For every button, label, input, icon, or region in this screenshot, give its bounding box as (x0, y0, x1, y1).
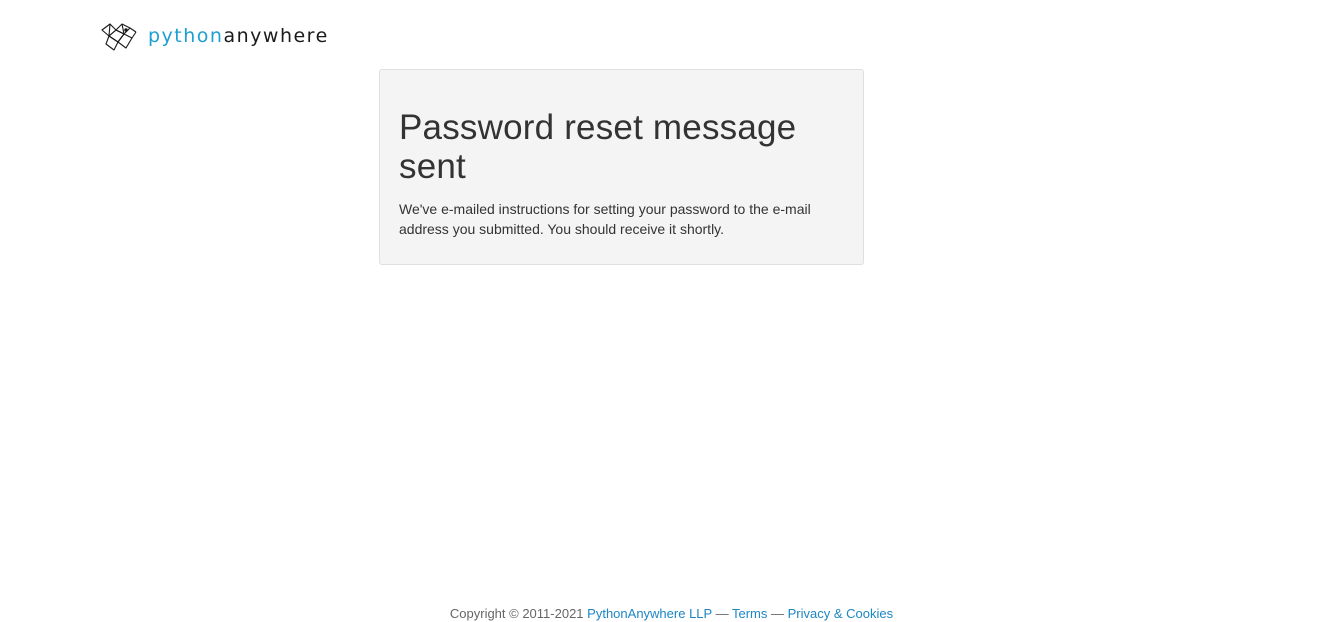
footer-separator: — (771, 606, 784, 621)
logo-wordmark: pythonanywhere (148, 20, 329, 52)
footer-separator: — (715, 606, 729, 621)
page: pythonanywhere Password reset message se… (0, 0, 1335, 622)
pythonanywhere-logo-icon (100, 20, 140, 52)
privacy-cookies-link[interactable]: Privacy & Cookies (788, 606, 893, 621)
copyright-text: Copyright © 2011-2021 (449, 606, 584, 621)
page-title: Password reset message sent (399, 108, 797, 186)
logo-text-anywhere: anywhere (223, 25, 329, 47)
footer: Copyright © 2011-2021 PythonAnywhere LLP… (0, 606, 1335, 622)
logo-text-python: python (148, 25, 224, 47)
terms-link[interactable]: Terms (732, 606, 767, 621)
message-panel: Password reset message sent We've e-mail… (379, 69, 864, 265)
confirmation-message: We've e-mailed instructions for setting … (399, 201, 811, 237)
company-link[interactable]: PythonAnywhere LLP (587, 606, 712, 621)
logo-link[interactable]: pythonanywhere (100, 20, 329, 52)
